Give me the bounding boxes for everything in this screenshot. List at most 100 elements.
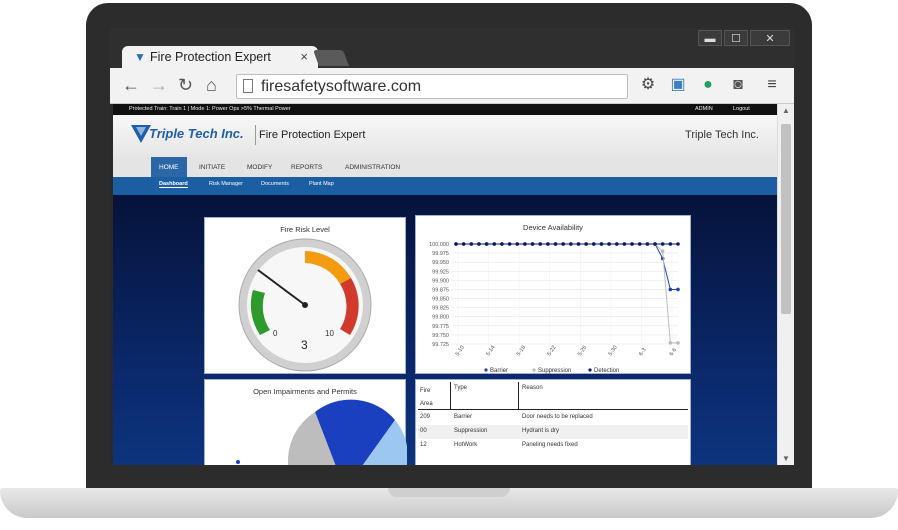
web-app: Protected Train: Train 1 | Mode 1: Power… [113, 104, 777, 465]
y-tick-label: 99.975 [432, 251, 449, 257]
data-point [676, 242, 680, 246]
admin-link[interactable]: ADMIN [695, 104, 713, 115]
window-close-button[interactable]: ✕ [750, 30, 790, 46]
page-scrollbar[interactable]: ▲ ▼ [777, 104, 794, 465]
data-point [569, 242, 573, 246]
window-maximize-button[interactable]: ☐ [724, 30, 748, 46]
data-point [607, 242, 611, 246]
x-tick-label: 6-3 [638, 347, 647, 357]
new-tab-button[interactable] [313, 50, 349, 66]
dashboard-area: Fire Risk Level 0 10 3 Device Availabili… [113, 195, 777, 465]
col-header-type: Type [454, 385, 468, 391]
fire-risk-panel: Fire Risk Level 0 10 3 [204, 217, 406, 374]
page-icon [243, 79, 253, 93]
nav-initiate[interactable]: INITIATE [191, 157, 233, 177]
cell-type: Suppression [454, 428, 488, 434]
table-row[interactable]: 12 HotWork Paneling needs fixed [418, 439, 688, 453]
data-point [668, 341, 673, 345]
reload-icon[interactable]: ↻ [178, 75, 193, 96]
x-tick-label: 5-18 [516, 345, 527, 357]
cell-fire-area: 00 [420, 428, 427, 434]
window-minimize-button[interactable]: ▬ [698, 30, 722, 46]
data-point [561, 242, 565, 246]
table-row[interactable]: 00 Suppression Hydrant is dry [418, 425, 688, 439]
hangouts-icon[interactable]: ● [698, 75, 718, 95]
y-tick-label: 99.950 [432, 260, 449, 266]
camera-icon[interactable]: ◙ [728, 75, 748, 95]
browser-tab[interactable]: ▼ Fire Protection Expert × [122, 46, 318, 68]
data-point [461, 242, 466, 246]
x-tick-label: 5-10 [455, 345, 466, 357]
y-tick-label: 100.000 [429, 242, 449, 248]
product-name: Fire Protection Expert [259, 129, 366, 141]
home-icon[interactable]: ⌂ [206, 75, 217, 96]
pie-legend-marker [236, 460, 240, 464]
triple-tech-logo-icon [131, 125, 151, 143]
subnav-dashboard[interactable]: Dashboard [159, 181, 188, 188]
brand-name: Triple Tech Inc. [149, 126, 244, 141]
browser-window: ▼ Fire Protection Expert × ▬ ☐ ✕ ← → ↻ ⌂… [110, 28, 794, 465]
data-point [599, 242, 604, 246]
back-arrow-icon[interactable]: ← [122, 75, 140, 96]
data-point [591, 242, 596, 246]
scroll-up-icon[interactable]: ▲ [782, 106, 790, 115]
speed-dial-icon[interactable]: ▣ [668, 75, 688, 95]
y-tick-label: 99.750 [432, 333, 449, 339]
data-point [523, 242, 527, 246]
data-point [507, 242, 512, 246]
data-point [668, 287, 673, 292]
subnav-risk-manager[interactable]: Risk Manager [209, 181, 243, 187]
y-tick-label: 99.775 [432, 324, 449, 330]
cell-reason: Paneling needs fixed [522, 442, 578, 448]
subnav-plant-map[interactable]: Plant Map [309, 181, 334, 187]
table-header-row: Fire Area Type Reason [418, 382, 688, 410]
legend-label: Suppression [538, 368, 571, 374]
triple-tech-favicon-icon: ▼ [134, 50, 146, 64]
tab-close-icon[interactable]: × [300, 49, 308, 64]
nav-administration[interactable]: ADMINISTRATION [337, 157, 408, 177]
col-header-reason: Reason [522, 385, 543, 391]
address-bar[interactable]: firesafetysoftware.com [236, 74, 628, 99]
data-point [584, 242, 588, 246]
device-availability-chart: 100.000 99.975 99.950 99.925 99.900 99.875 99.… [429, 242, 680, 374]
nav-reports[interactable]: REPORTS [283, 157, 330, 177]
data-point [538, 242, 543, 246]
fire-risk-gauge: 0 10 3 [238, 238, 372, 372]
nav-modify[interactable]: MODIFY [239, 157, 280, 177]
scroll-down-icon[interactable]: ▼ [782, 454, 790, 463]
col-header-fire-area: Fire Area [420, 388, 433, 407]
forward-arrow-icon[interactable]: → [150, 75, 168, 96]
y-tick-label: 99.925 [432, 269, 449, 275]
browser-toolbar: ← → ↻ ⌂ firesafetysoftware.com ⚙ ▣ ● ◙ ≡ [110, 68, 794, 104]
legend-label: Detection [594, 368, 619, 374]
data-point [622, 242, 627, 246]
menu-icon[interactable]: ≡ [762, 75, 782, 95]
x-tick-label: 5-22 [546, 345, 557, 357]
x-tick-label: 5-26 [577, 345, 588, 357]
sub-nav: Dashboard Risk Manager Documents Plant M… [113, 177, 777, 195]
data-point [515, 242, 520, 246]
header-divider [450, 382, 451, 410]
gauge-value-label: 3 [301, 338, 308, 352]
y-tick-label: 99.850 [432, 297, 449, 303]
company-name: Triple Tech Inc. [685, 129, 759, 141]
data-point [653, 242, 657, 246]
cell-fire-area: 12 [420, 442, 427, 448]
data-point [614, 242, 619, 246]
data-point [645, 242, 650, 246]
logout-link[interactable]: Logout [733, 104, 750, 115]
brand-separator [255, 125, 256, 145]
nav-home[interactable]: HOME [151, 157, 187, 177]
settings-gear-icon[interactable]: ⚙ [638, 75, 658, 95]
subnav-documents[interactable]: Documents [261, 181, 289, 187]
cell-reason: Door needs to be replaced [522, 414, 593, 420]
data-point [469, 242, 474, 246]
scroll-thumb[interactable] [781, 124, 791, 314]
legend-marker [532, 368, 536, 372]
data-point [637, 242, 642, 246]
status-text: Protected Train: Train 1 | Mode 1: Power… [129, 106, 291, 112]
gauge-needle-hub [302, 302, 308, 308]
data-point [484, 242, 489, 246]
table-row[interactable]: 209 Barrier Door needs to be replaced [418, 411, 688, 425]
data-point [668, 242, 673, 246]
